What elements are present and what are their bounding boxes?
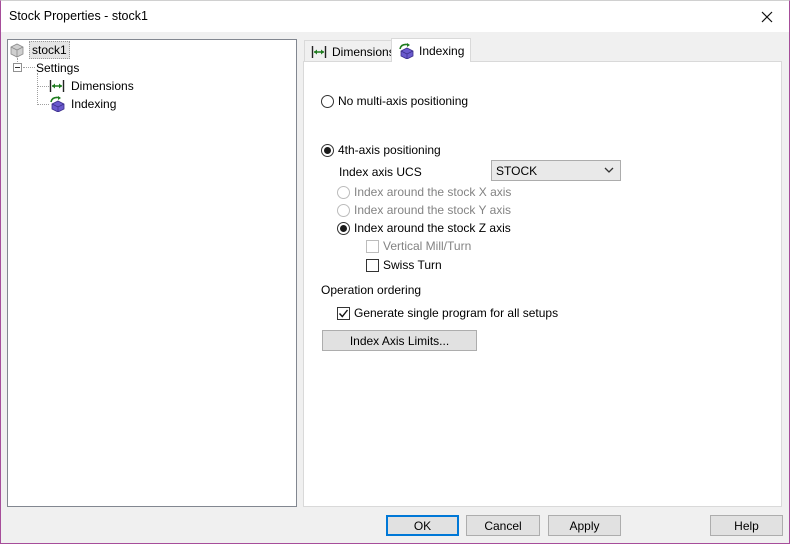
apply-label: Apply <box>569 518 600 533</box>
generate-single-program-checkbox[interactable] <box>337 306 350 320</box>
index-around-z-radio[interactable] <box>337 221 350 235</box>
vertical-mill-turn-label: Vertical Mill/Turn <box>383 239 472 253</box>
help-button[interactable]: Help <box>710 515 783 536</box>
dimensions-icon <box>49 80 65 92</box>
index-axis-ucs-label-text: Index axis UCS <box>339 165 422 179</box>
index-axis-limits-label: Index Axis Limits... <box>349 333 450 348</box>
tab-indexing[interactable]: Indexing <box>391 38 472 62</box>
tree-label-stock1: stock1 <box>29 41 70 59</box>
tree-connector <box>37 86 49 87</box>
tree-item-stock1[interactable]: stock1 <box>9 41 70 59</box>
swiss-turn-label: Swiss Turn <box>383 258 442 272</box>
stock-cube-icon <box>10 43 24 58</box>
fourth-axis-label: 4th-axis positioning <box>338 143 441 157</box>
swiss-turn-checkbox[interactable] <box>366 258 379 272</box>
tree-connector <box>37 104 49 105</box>
apply-button[interactable]: Apply <box>548 515 621 536</box>
tree-label-indexing: Indexing <box>71 97 117 111</box>
tab-dimensions[interactable]: Dimensions <box>304 40 402 62</box>
index-around-z-option[interactable]: Index around the stock Z axis <box>337 221 511 235</box>
tree-label-dimensions: Dimensions <box>71 79 134 93</box>
index-axis-ucs-select[interactable]: STOCK <box>491 160 621 181</box>
operation-ordering-heading: Operation ordering <box>321 283 421 297</box>
index-around-x-radio[interactable] <box>337 185 350 199</box>
no-multi-axis-label: No multi-axis positioning <box>338 94 469 108</box>
generate-single-program-label: Generate single program for all setups <box>354 306 559 320</box>
settings-tree: stock1 Settings Dimensions Indexing <box>7 39 297 507</box>
index-around-y-label: Index around the stock Y axis <box>354 203 511 217</box>
checkmark-icon <box>338 309 349 318</box>
index-around-x-option[interactable]: Index around the stock X axis <box>337 185 511 199</box>
no-multi-axis-option[interactable]: No multi-axis positioning <box>321 94 468 108</box>
tree-item-dimensions[interactable]: Dimensions <box>49 77 136 95</box>
collapse-settings-toggle[interactable] <box>13 63 22 72</box>
window-title: Stock Properties - stock1 <box>9 9 148 23</box>
title-bar: Stock Properties - stock1 <box>1 1 789 32</box>
cancel-button[interactable]: Cancel <box>466 515 540 536</box>
close-button[interactable] <box>745 1 789 32</box>
tree-item-settings[interactable]: Settings <box>34 59 81 77</box>
index-around-y-option[interactable]: Index around the stock Y axis <box>337 203 511 217</box>
vertical-mill-turn-option[interactable]: Vertical Mill/Turn <box>366 239 471 253</box>
swiss-turn-option[interactable]: Swiss Turn <box>366 258 442 272</box>
fourth-axis-radio[interactable] <box>321 143 334 157</box>
stock-properties-dialog: Stock Properties - stock1 stock1 Setting… <box>0 0 790 544</box>
ok-label: OK <box>413 518 432 533</box>
fourth-axis-option[interactable]: 4th-axis positioning <box>321 143 441 157</box>
index-axis-ucs-value: STOCK <box>496 163 538 178</box>
indexing-icon <box>50 96 65 112</box>
index-around-z-label: Index around the stock Z axis <box>354 221 511 235</box>
help-label: Help <box>734 518 759 533</box>
index-around-y-radio[interactable] <box>337 203 350 217</box>
chevron-down-icon <box>604 167 614 173</box>
no-multi-axis-radio[interactable] <box>321 94 334 108</box>
index-around-x-label: Index around the stock X axis <box>354 185 512 199</box>
indexing-icon <box>399 42 414 59</box>
vertical-mill-turn-checkbox[interactable] <box>366 239 379 253</box>
tree-connector <box>37 73 38 105</box>
tree-label-settings: Settings <box>36 61 80 75</box>
operation-ordering-label: Operation ordering <box>321 283 422 297</box>
ok-button[interactable]: OK <box>386 515 459 536</box>
tab-label-indexing: Indexing <box>419 43 465 58</box>
close-icon <box>761 11 773 22</box>
tree-item-indexing[interactable]: Indexing <box>49 95 118 113</box>
cancel-label: Cancel <box>484 518 522 533</box>
tab-label-dimensions: Dimensions <box>332 44 395 59</box>
dimensions-icon <box>311 45 327 58</box>
index-axis-ucs-label: Index axis UCS <box>339 165 422 179</box>
index-axis-limits-button[interactable]: Index Axis Limits... <box>322 330 477 351</box>
generate-single-program-option[interactable]: Generate single program for all setups <box>337 306 558 320</box>
